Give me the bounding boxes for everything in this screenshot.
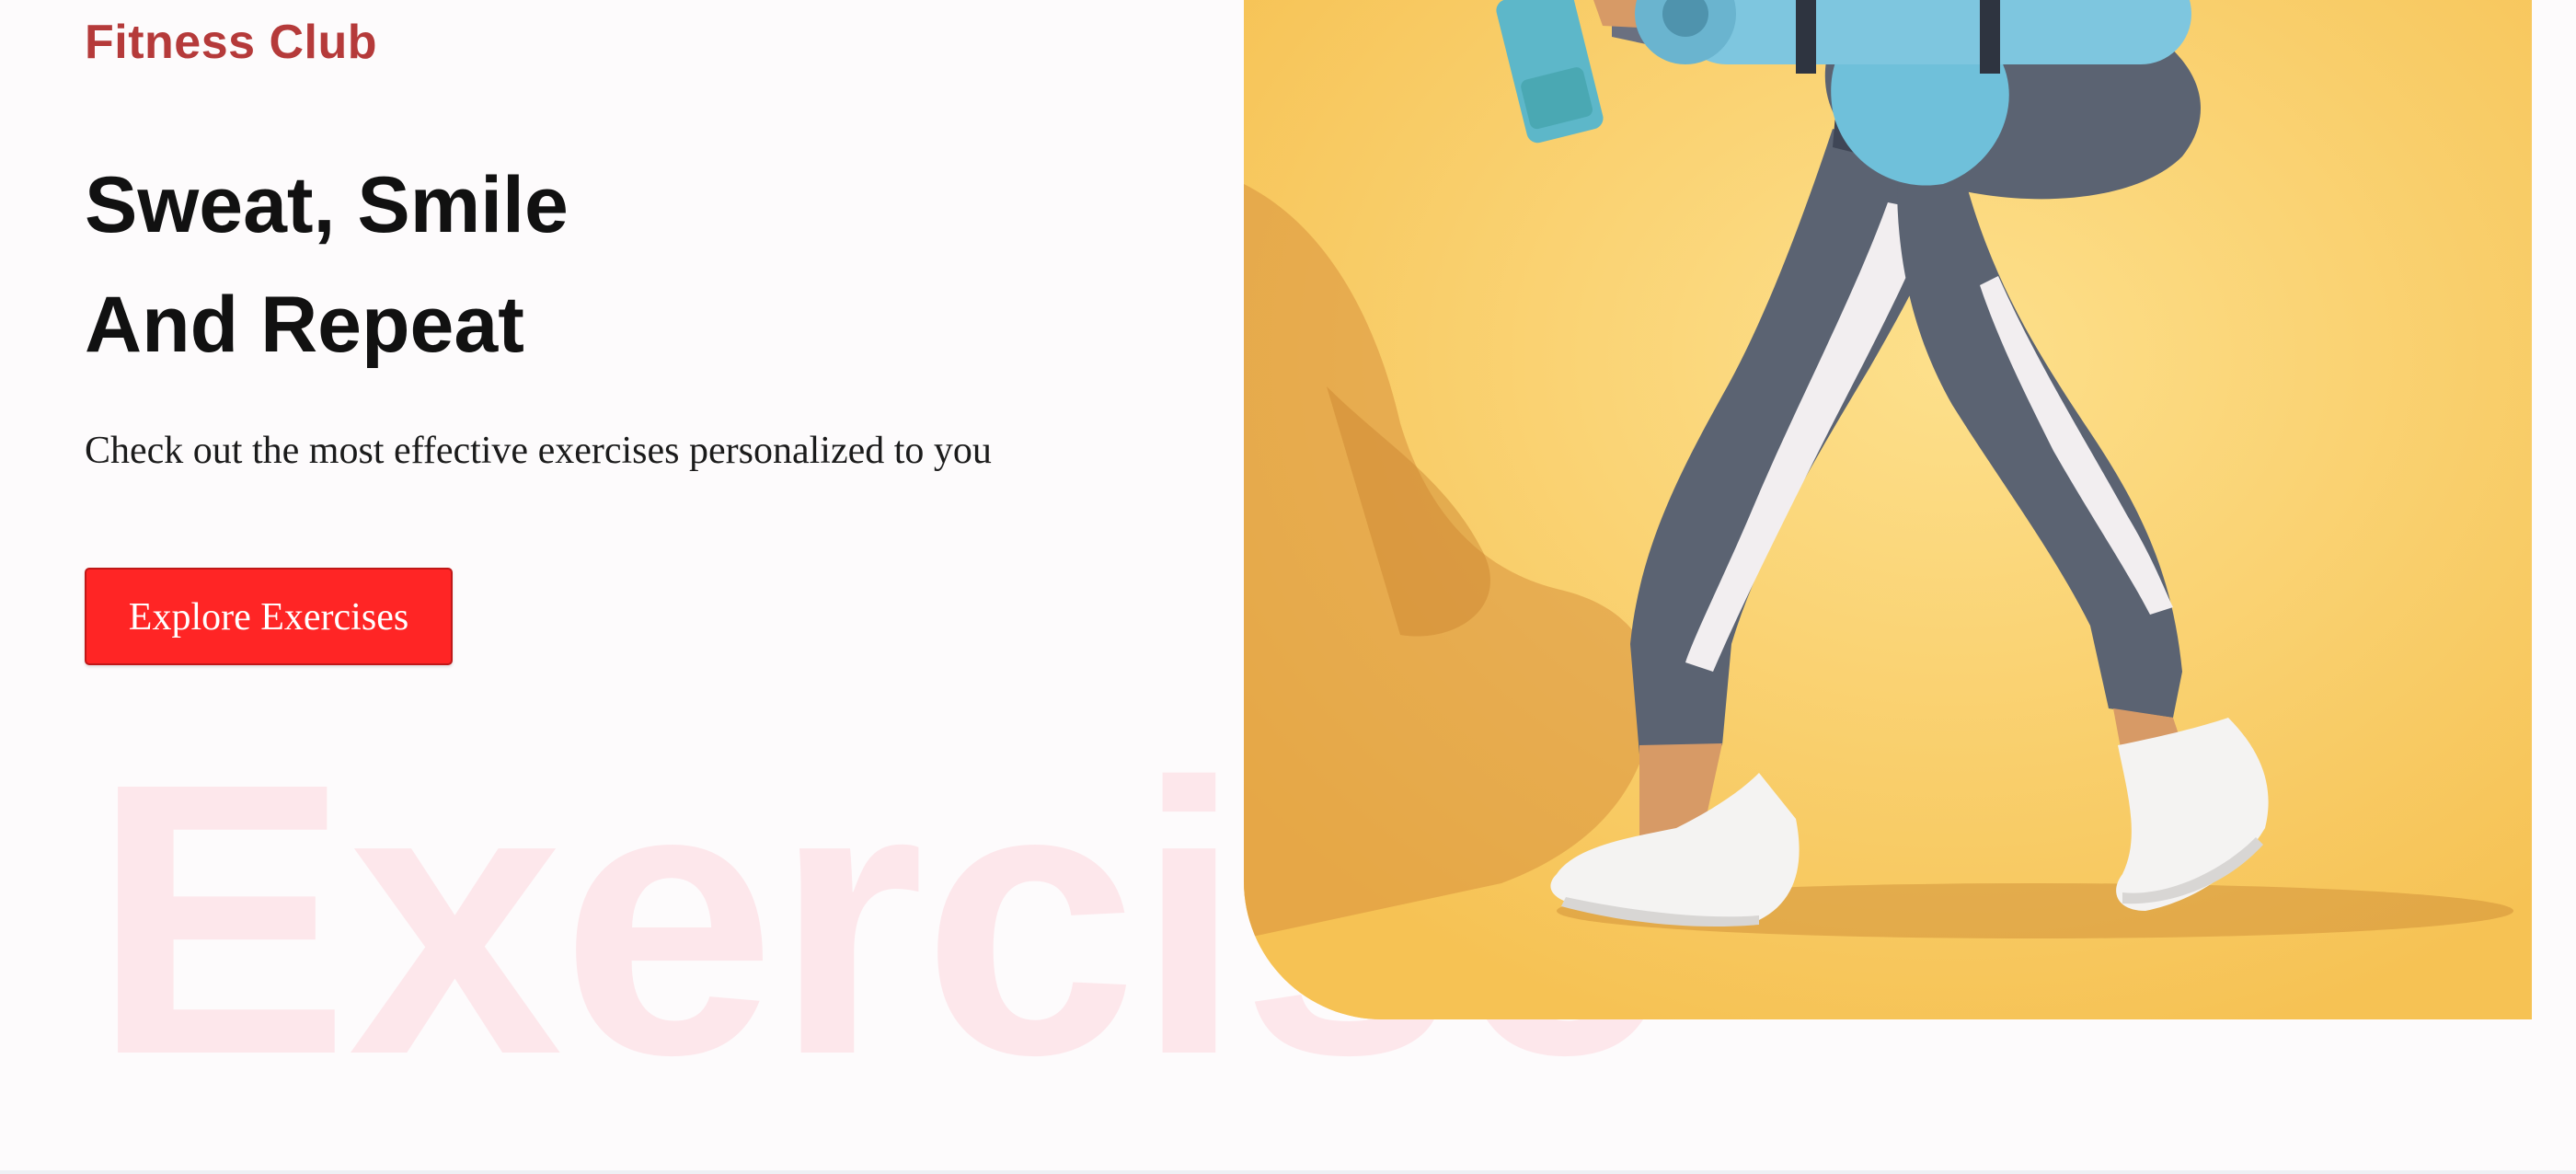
- hero-subtitle: Check out the most effective exercises p…: [85, 430, 992, 472]
- headline-line-1: Sweat, Smile: [85, 161, 569, 249]
- section-divider: [0, 1170, 2576, 1174]
- hero-banner-image: [1244, 0, 2532, 1019]
- hero-headline: Sweat, Smile And Repeat: [85, 145, 569, 385]
- yoga-mat-icon: [1635, 0, 2191, 74]
- hero-section: Fitness Club Sweat, Smile And Repeat Che…: [0, 0, 2576, 1174]
- walking-woman-illustration: [1244, 0, 2532, 1019]
- explore-exercises-button[interactable]: Explore Exercises: [85, 568, 453, 665]
- headline-line-2: And Repeat: [85, 281, 524, 369]
- brand-label: Fitness Club: [85, 16, 378, 69]
